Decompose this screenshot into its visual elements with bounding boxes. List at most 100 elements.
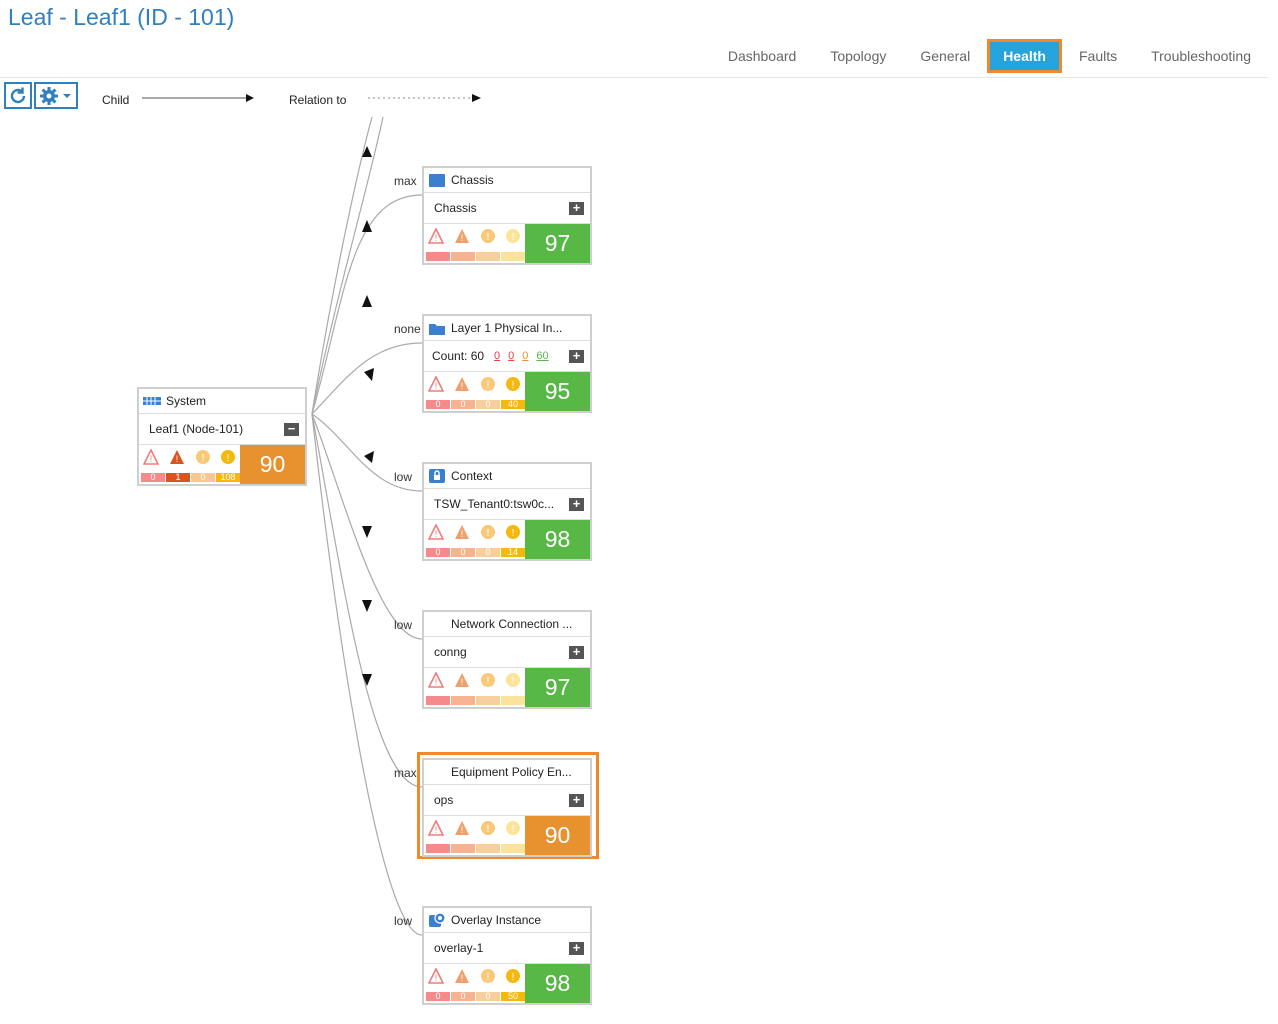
- relation-label: max: [394, 174, 417, 188]
- svg-text:!: !: [487, 232, 490, 243]
- expand-button[interactable]: +: [569, 497, 584, 511]
- major-count: 0: [451, 992, 475, 1001]
- node-health: ! ! ! ! 0 0 0 14 98: [424, 520, 590, 559]
- minor-count: 0: [476, 400, 500, 409]
- minor-icon: !: [481, 673, 495, 687]
- critical-link[interactable]: 0: [494, 350, 500, 362]
- node-label: overlay-1: [434, 941, 484, 955]
- fault-count-bars: 0 0 0 50: [426, 992, 525, 1001]
- collapse-button[interactable]: −: [284, 422, 299, 436]
- node-type: Context: [451, 469, 493, 483]
- folder-icon: [429, 173, 445, 187]
- overlay-instance-node[interactable]: Overlay Instance overlay-1 + ! ! ! ! 0 0…: [422, 906, 592, 1005]
- node-type: Equipment Policy En...: [451, 765, 572, 779]
- node-label: Count: 60: [432, 349, 485, 363]
- minor-icon: !: [196, 450, 210, 464]
- svg-text:!: !: [227, 453, 230, 464]
- expand-button[interactable]: +: [569, 941, 584, 955]
- node-type: System: [166, 394, 207, 408]
- overlay-icon: [429, 912, 446, 927]
- node-health: ! ! ! ! 0 1 0 108 90: [139, 445, 305, 484]
- layer1-node[interactable]: Layer 1 Physical In... Count: 60 0 0 0 6…: [422, 314, 592, 413]
- critical-count: [426, 696, 450, 705]
- system-node[interactable]: System Leaf1 (Node-101) − ! ! ! ! 0 1 0 …: [137, 387, 307, 486]
- minor-link[interactable]: 0: [522, 350, 528, 362]
- ok-link[interactable]: 60: [536, 350, 548, 362]
- critical-icon: !: [428, 968, 444, 984]
- critical-count: 0: [426, 992, 450, 1001]
- warning-icon: !: [506, 673, 520, 687]
- svg-text:!: !: [435, 381, 438, 391]
- expand-button[interactable]: +: [569, 349, 584, 363]
- warning-count: [501, 844, 525, 853]
- node-header: Overlay Instance: [424, 908, 590, 933]
- major-count: [451, 844, 475, 853]
- health-score: 98: [525, 520, 590, 559]
- major-count: 0: [451, 400, 475, 409]
- major-count: 1: [166, 473, 190, 482]
- node-header: Equipment Policy En...: [424, 760, 590, 785]
- warning-count: 50: [501, 992, 525, 1001]
- svg-text:!: !: [512, 676, 515, 687]
- minor-count: 0: [191, 473, 215, 482]
- warning-icon: !: [506, 969, 520, 983]
- node-subheader: Chassis +: [424, 193, 590, 224]
- node-health: ! ! ! ! 0 0 0 40 95: [424, 372, 590, 411]
- fault-icons: ! ! ! !: [424, 668, 525, 707]
- critical-count: [426, 252, 450, 261]
- node-subheader: ops +: [424, 785, 590, 816]
- svg-text:!: !: [512, 972, 515, 983]
- context-node[interactable]: Context TSW_Tenant0:tsw0c... + ! ! ! ! 0…: [422, 462, 592, 561]
- expand-button[interactable]: +: [569, 645, 584, 659]
- svg-text:!: !: [461, 677, 464, 687]
- minor-count: [476, 252, 500, 261]
- relation-label: low: [394, 470, 413, 484]
- fault-count-bars: 0 1 0 108: [141, 473, 240, 482]
- node-health: ! ! ! ! 97: [424, 668, 590, 707]
- expand-button[interactable]: +: [569, 201, 584, 215]
- warning-count: 108: [216, 473, 240, 482]
- svg-text:!: !: [150, 454, 153, 464]
- relation-label: low: [394, 618, 413, 632]
- node-type: Network Connection ...: [451, 617, 573, 631]
- health-score: 95: [525, 372, 590, 411]
- warning-count: [501, 252, 525, 261]
- node-subheader: Count: 60 0 0 0 60 +: [424, 341, 590, 372]
- network-connection-node[interactable]: Network Connection ... conng + ! ! ! ! 9…: [422, 610, 592, 709]
- svg-text:!: !: [202, 453, 205, 464]
- lock-icon: [429, 469, 445, 483]
- major-icon: !: [455, 229, 469, 243]
- fault-count-bars: [426, 696, 525, 705]
- node-subheader: TSW_Tenant0:tsw0c... +: [424, 489, 590, 520]
- major-icon: !: [170, 450, 184, 464]
- folder-icon: [429, 323, 445, 335]
- fault-icons: ! ! ! ! 0 1 0 108: [139, 445, 240, 484]
- equipment-policy-node[interactable]: Equipment Policy En... ops + ! ! ! ! 90: [422, 758, 592, 857]
- chassis-node[interactable]: Chassis Chassis + ! ! ! ! 97: [422, 166, 592, 265]
- node-header: Context: [424, 464, 590, 489]
- relation-label: max: [394, 766, 417, 780]
- node-label: Leaf1 (Node-101): [149, 422, 244, 436]
- warning-icon: !: [221, 450, 235, 464]
- svg-text:!: !: [435, 973, 438, 983]
- major-icon: !: [455, 673, 469, 687]
- svg-text:!: !: [461, 233, 464, 243]
- major-link[interactable]: 0: [508, 350, 514, 362]
- fault-count-bars: 0 0 0 14: [426, 548, 525, 557]
- major-icon: !: [455, 969, 469, 983]
- health-score: 90: [525, 816, 590, 855]
- critical-icon: !: [428, 228, 444, 244]
- health-score: 97: [525, 224, 590, 263]
- svg-text:!: !: [176, 454, 179, 464]
- critical-count: 0: [426, 400, 450, 409]
- expand-button[interactable]: +: [569, 793, 584, 807]
- fault-icons: ! ! ! ! 0 0 0 50: [424, 964, 525, 1003]
- critical-count: 0: [426, 548, 450, 557]
- fault-count-bars: [426, 252, 525, 261]
- major-icon: !: [455, 377, 469, 391]
- major-count: 0: [451, 548, 475, 557]
- relation-links: [142, 94, 481, 936]
- warning-icon: !: [506, 229, 520, 243]
- warning-icon: !: [506, 525, 520, 539]
- major-icon: !: [455, 525, 469, 539]
